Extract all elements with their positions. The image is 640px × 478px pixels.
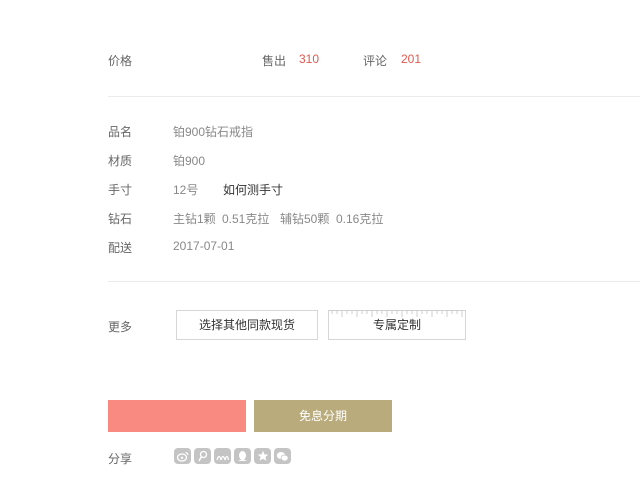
review-label[interactable]: 评论: [363, 52, 387, 69]
qzone-icon[interactable]: [254, 448, 271, 464]
other-stock-button[interactable]: 选择其他同款现货: [176, 310, 318, 340]
more-label: 更多: [108, 320, 133, 334]
material-label: 材质: [108, 154, 133, 168]
sold-label: 售出: [262, 54, 287, 68]
divider: [108, 96, 640, 97]
diamond-side-weight: 0.16克拉: [336, 212, 384, 226]
spec-row-size: 手寸 12号 如何测手寸: [0, 181, 640, 199]
spec-row-diamond: 钻石 主钻1颗 0.51克拉 辅钻50颗 0.16克拉: [0, 210, 640, 228]
review-count[interactable]: 201: [401, 52, 421, 66]
name-value: 铂900钻石戒指: [173, 125, 254, 139]
spec-row-name: 品名 铂900钻石戒指: [0, 123, 640, 141]
stats-row: 价格 售出 310 评论 201: [0, 52, 640, 70]
size-guide-link[interactable]: 如何测手寸: [223, 181, 283, 198]
sold-count: 310: [299, 52, 320, 66]
delivery-date: 2017-07-01: [173, 239, 235, 253]
tencent-weibo-icon[interactable]: [194, 448, 211, 464]
share-icons: [174, 448, 291, 464]
custom-order-label: 专属定制: [372, 318, 421, 332]
divider: [108, 281, 640, 282]
wechat-icon[interactable]: [274, 448, 291, 464]
weibo-icon[interactable]: [174, 448, 191, 464]
delivery-label: 配送: [108, 241, 133, 255]
material-value: 铂900: [173, 154, 206, 168]
size-value: 12号: [173, 183, 199, 197]
diamond-label: 钻石: [108, 212, 133, 226]
ruler-decoration: [329, 311, 465, 319]
custom-order-button[interactable]: 专属定制: [328, 310, 466, 340]
qq-icon[interactable]: [234, 448, 251, 464]
spec-row-material: 材质 铂900: [0, 152, 640, 170]
name-label: 品名: [108, 125, 133, 139]
buy-button[interactable]: [108, 400, 246, 432]
diamond-main-weight: 0.51克拉: [222, 212, 270, 226]
share-label: 分享: [108, 452, 133, 466]
spec-row-delivery: 配送 2017-07-01: [0, 239, 640, 257]
price-label: 价格: [108, 54, 133, 68]
diamond-main: 主钻1颗: [173, 212, 216, 226]
size-label: 手寸: [108, 183, 133, 197]
installment-button[interactable]: 免息分期: [254, 400, 392, 432]
diamond-side: 辅钻50颗: [280, 212, 330, 226]
renren-icon[interactable]: [214, 448, 231, 464]
